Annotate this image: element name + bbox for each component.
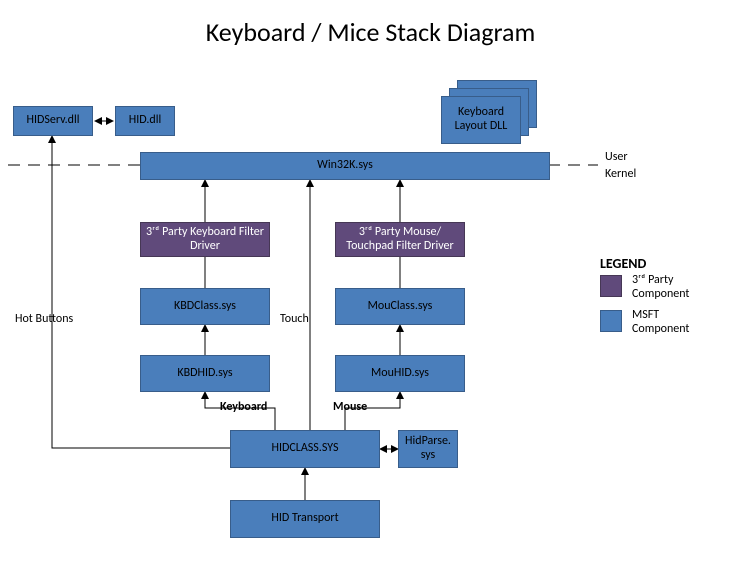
box-kb-filter: 3ʳᵈ Party Keyboard Filter Driver	[140, 222, 270, 257]
label-kernel: Kernel	[605, 167, 636, 181]
legend-swatch-msft	[600, 310, 622, 332]
connectors	[0, 0, 741, 561]
label-touch: Touch	[280, 312, 309, 326]
legend-label-msft: MSFT Component	[632, 308, 712, 336]
box-hidserv: HIDServ.dll	[13, 106, 93, 136]
box-ms-filter: 3ʳᵈ Party Mouse/ Touchpad Filter Driver	[335, 222, 465, 257]
box-hidtransport: HID Transport	[230, 500, 380, 538]
legend-label-third: 3ʳᵈ Party Component	[632, 273, 712, 301]
label-mouse: Mouse	[333, 400, 367, 414]
legend-swatch-third	[600, 275, 622, 297]
box-kbdlayout: Keyboard Layout DLL	[441, 96, 521, 144]
box-kbdclass: KBDClass.sys	[140, 288, 270, 325]
box-win32k: Win32K.sys	[140, 152, 550, 180]
box-hiddll: HID.dll	[115, 106, 175, 136]
box-hidparse: HidParse. sys	[398, 430, 458, 468]
legend-title: LEGEND	[600, 255, 646, 272]
box-mouclass: MouClass.sys	[335, 288, 465, 325]
box-mouhid: MouHID.sys	[335, 355, 465, 392]
label-user: User	[605, 150, 628, 164]
box-hidclass: HIDCLASS.SYS	[230, 430, 380, 468]
label-hot-buttons: Hot Buttons	[15, 312, 73, 326]
label-keyboard: Keyboard	[220, 400, 267, 414]
diagram-title: Keyboard / Mice Stack Diagram	[0, 16, 741, 48]
box-kbdhid: KBDHID.sys	[140, 355, 270, 392]
